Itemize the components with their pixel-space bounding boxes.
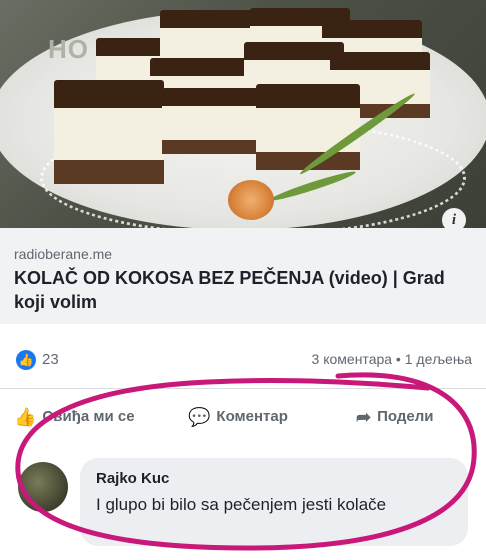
cake-piece (54, 80, 164, 190)
link-domain: radioberane.me (14, 246, 113, 262)
cake-piece (162, 88, 262, 158)
link-headline[interactable]: KOLAČ OD KOKOSA BEZ PEČENJA (video) | Gr… (14, 266, 454, 314)
cake-piece (256, 84, 360, 174)
rose-decoration (228, 180, 274, 220)
info-icon[interactable]: i (442, 208, 466, 228)
hand-drawn-annotation-circle (15, 372, 477, 551)
background-mug-print: HO (48, 34, 89, 64)
link-preview-body[interactable]: radioberane.me KOLAČ OD KOKOSA BEZ PEČEN… (0, 228, 486, 324)
link-preview-image[interactable]: HO i (0, 0, 486, 228)
